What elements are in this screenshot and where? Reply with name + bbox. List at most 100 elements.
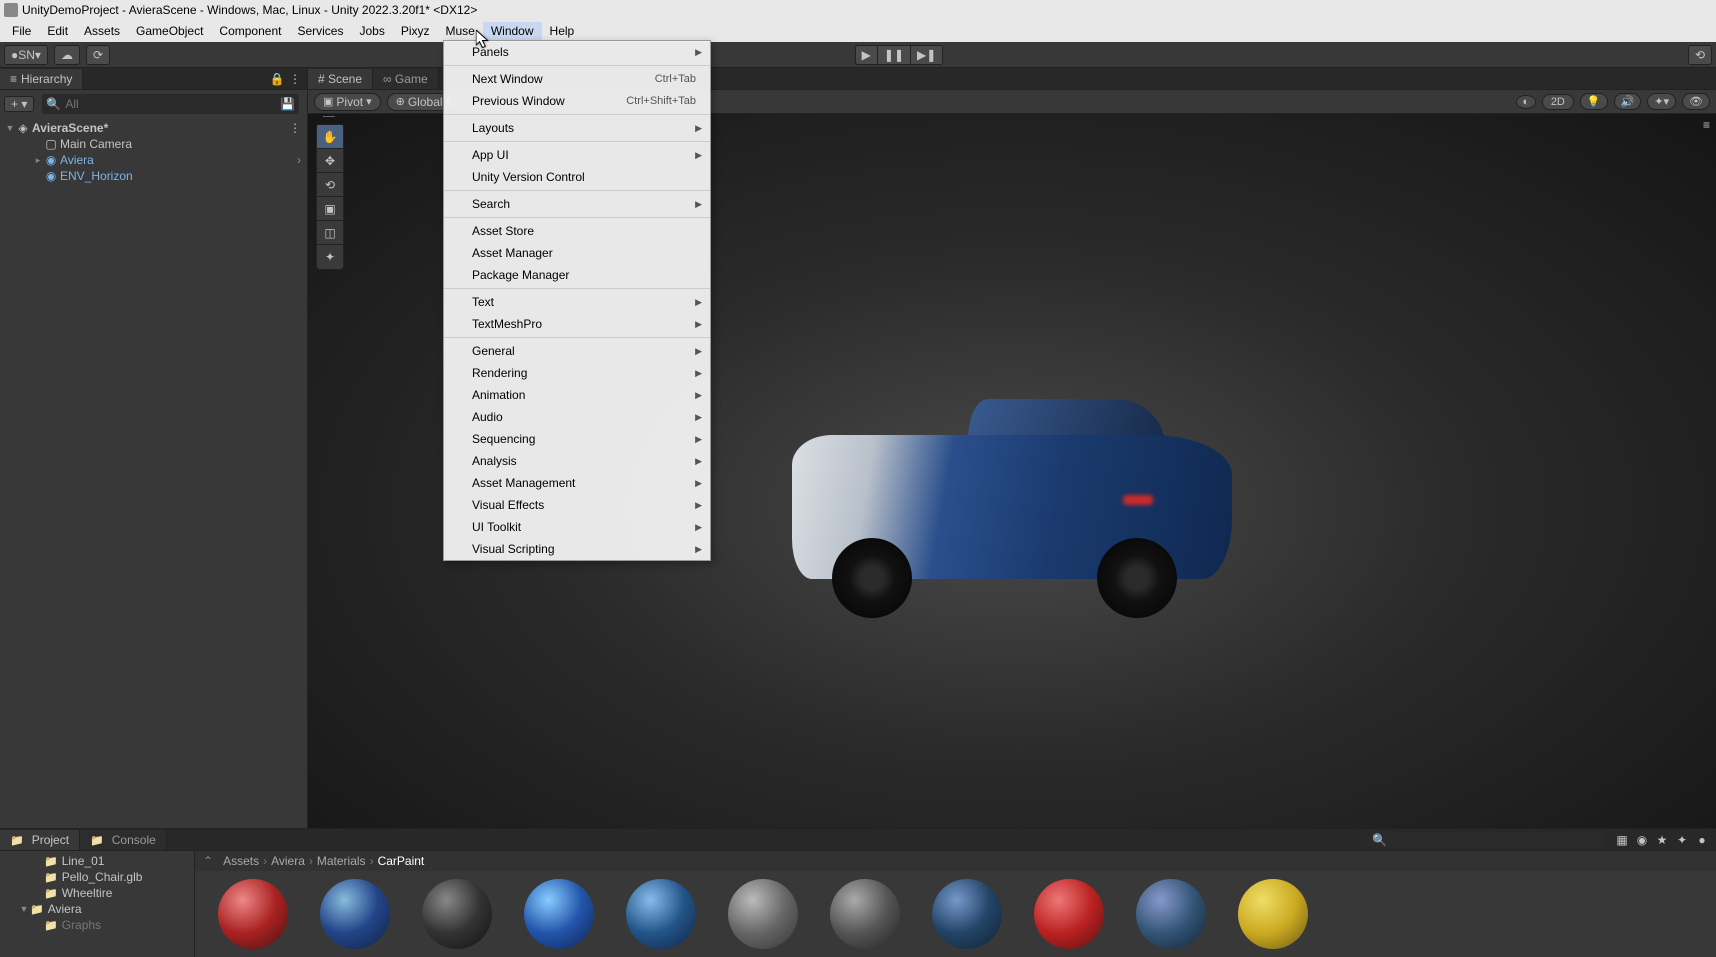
panel-menu-icon[interactable]: ⋮ [287,72,303,86]
scale-tool[interactable]: ▣ [317,197,343,221]
hierarchy-tab[interactable]: ≡ Hierarchy [0,69,83,89]
material-thumbnail[interactable] [1127,879,1215,949]
scene-view-handle[interactable]: ≡ [1703,118,1710,132]
menu-jobs[interactable]: Jobs [351,22,392,40]
menu-assets[interactable]: Assets [76,22,128,40]
hand-tool[interactable]: ✋ [317,125,343,149]
hierarchy-panel: ≡ Hierarchy 🔒 ⋮ + ▾ 🔍 💾 ▼ ◈ AvieraScene*… [0,68,308,828]
expand-toggle[interactable]: ▼ [4,123,16,133]
2d-toggle[interactable]: 2D [1542,94,1574,110]
project-tree-item[interactable]: Graphs [0,917,194,933]
tab-game[interactable]: ∞ Game [373,69,439,89]
project-tree-item[interactable]: Pello_Chair.glb [0,869,194,885]
material-thumbnail[interactable] [923,879,1011,949]
cloud-button[interactable]: ☁ [54,45,80,65]
menu-item-analysis[interactable]: Analysis▶ [444,450,710,472]
star-icon[interactable]: ★ [1654,833,1670,847]
hierarchy-item[interactable]: ▸◉Aviera› [0,152,307,168]
menu-file[interactable]: File [4,22,39,40]
menu-item-visual-scripting[interactable]: Visual Scripting▶ [444,538,710,560]
menu-item-sequencing[interactable]: Sequencing▶ [444,428,710,450]
pause-button[interactable]: ❚❚ [877,45,910,65]
hidden-icon[interactable]: ✦ [1674,833,1690,847]
material-thumbnail[interactable] [1229,879,1317,949]
filter-icon[interactable]: ▦ [1614,833,1630,847]
pivot-button[interactable]: ▣ Pivot ▾ [314,93,381,111]
history-button[interactable]: ⟳ [86,45,110,65]
step-button[interactable]: ▶❚ [910,45,943,65]
collapse-icon[interactable]: ⌃ [203,854,213,868]
scene-row[interactable]: ▼ ◈ AvieraScene* ⋮ [0,120,307,136]
tab-console[interactable]: Console [80,830,167,850]
menu-item-next-window[interactable]: Next WindowCtrl+Tab [444,68,710,90]
menu-services[interactable]: Services [289,22,351,40]
menu-item-asset-store[interactable]: Asset Store [444,220,710,242]
material-thumbnail[interactable] [515,879,603,949]
audio-toggle[interactable]: 🔊 [1614,93,1642,110]
material-thumbnail[interactable] [311,879,399,949]
menu-window[interactable]: Window [483,22,542,40]
account-button[interactable]: ● SN ▾ [4,45,48,65]
breadcrumb-segment[interactable]: Aviera [271,854,305,868]
scene-menu-icon[interactable]: ⋮ [289,121,307,135]
breadcrumb-segment[interactable]: Assets [223,854,259,868]
slider-icon[interactable]: ● [1694,833,1710,847]
project-tree-item[interactable]: Wheeltire [0,885,194,901]
menu-item-audio[interactable]: Audio▶ [444,406,710,428]
menu-item-panels[interactable]: Panels▶ [444,41,710,63]
transform-tool[interactable]: ✦ [317,245,343,269]
eye-icon[interactable]: ◉ [1634,833,1650,847]
menu-help[interactable]: Help [542,22,583,40]
breadcrumb-segment[interactable]: Materials [317,854,366,868]
menu-item-textmeshpro[interactable]: TextMeshPro▶ [444,313,710,335]
save-icon[interactable]: 💾 [280,97,295,111]
lock-icon[interactable]: 🔒 [269,72,285,86]
material-thumbnail[interactable] [821,879,909,949]
menu-item-previous-window[interactable]: Previous WindowCtrl+Shift+Tab [444,90,710,112]
project-tree-item[interactable]: Line_01 [0,853,194,869]
menu-item-asset-management[interactable]: Asset Management▶ [444,472,710,494]
menu-item-asset-manager[interactable]: Asset Manager [444,242,710,264]
menu-muse[interactable]: Muse [438,22,483,40]
material-thumbnail[interactable] [1025,879,1113,949]
menu-item-app-ui[interactable]: App UI▶ [444,144,710,166]
rotate-tool[interactable]: ⟲ [317,173,343,197]
project-search[interactable]: 🔍 [1366,832,1606,848]
menu-item-visual-effects[interactable]: Visual Effects▶ [444,494,710,516]
move-tool[interactable]: ✥ [317,149,343,173]
menu-item-layouts[interactable]: Layouts▶ [444,117,710,139]
undo-history-button[interactable]: ⟲ [1688,45,1712,65]
material-thumbnail[interactable] [209,879,297,949]
menu-item-ui-toolkit[interactable]: UI Toolkit▶ [444,516,710,538]
hierarchy-search[interactable]: 🔍 💾 [42,94,299,114]
shading-mode-button[interactable]: ◐ [1516,95,1536,109]
menu-item-package-manager[interactable]: Package Manager [444,264,710,286]
project-search-input[interactable] [1391,834,1600,846]
material-thumbnail[interactable] [617,879,705,949]
menu-item-text[interactable]: Text▶ [444,291,710,313]
create-button[interactable]: + ▾ [4,96,34,112]
project-tree-item[interactable]: ▼Aviera [0,901,194,917]
lighting-toggle[interactable]: 💡 [1580,93,1608,110]
menu-item-rendering[interactable]: Rendering▶ [444,362,710,384]
menu-item-unity-version-control[interactable]: Unity Version Control [444,166,710,188]
menu-edit[interactable]: Edit [39,22,76,40]
folder-icon [44,918,62,932]
menu-component[interactable]: Component [211,22,289,40]
play-button[interactable]: ▶ [855,45,877,65]
gizmos-toggle[interactable]: 👁 [1682,93,1710,110]
menu-item-general[interactable]: General▶ [444,340,710,362]
menu-item-animation[interactable]: Animation▶ [444,384,710,406]
hierarchy-item[interactable]: ▢Main Camera [0,136,307,152]
tab-project[interactable]: Project [0,830,80,850]
hierarchy-item[interactable]: ◉ENV_Horizon [0,168,307,184]
material-thumbnail[interactable] [413,879,501,949]
menu-gameobject[interactable]: GameObject [128,22,211,40]
material-thumbnail[interactable] [719,879,807,949]
rect-tool[interactable]: ◫ [317,221,343,245]
tab-scene[interactable]: # Scene [308,69,373,89]
menu-item-search[interactable]: Search▶ [444,193,710,215]
hierarchy-search-input[interactable] [65,97,276,111]
fx-toggle[interactable]: ✦▾ [1647,93,1676,110]
menu-pixyz[interactable]: Pixyz [393,22,438,40]
